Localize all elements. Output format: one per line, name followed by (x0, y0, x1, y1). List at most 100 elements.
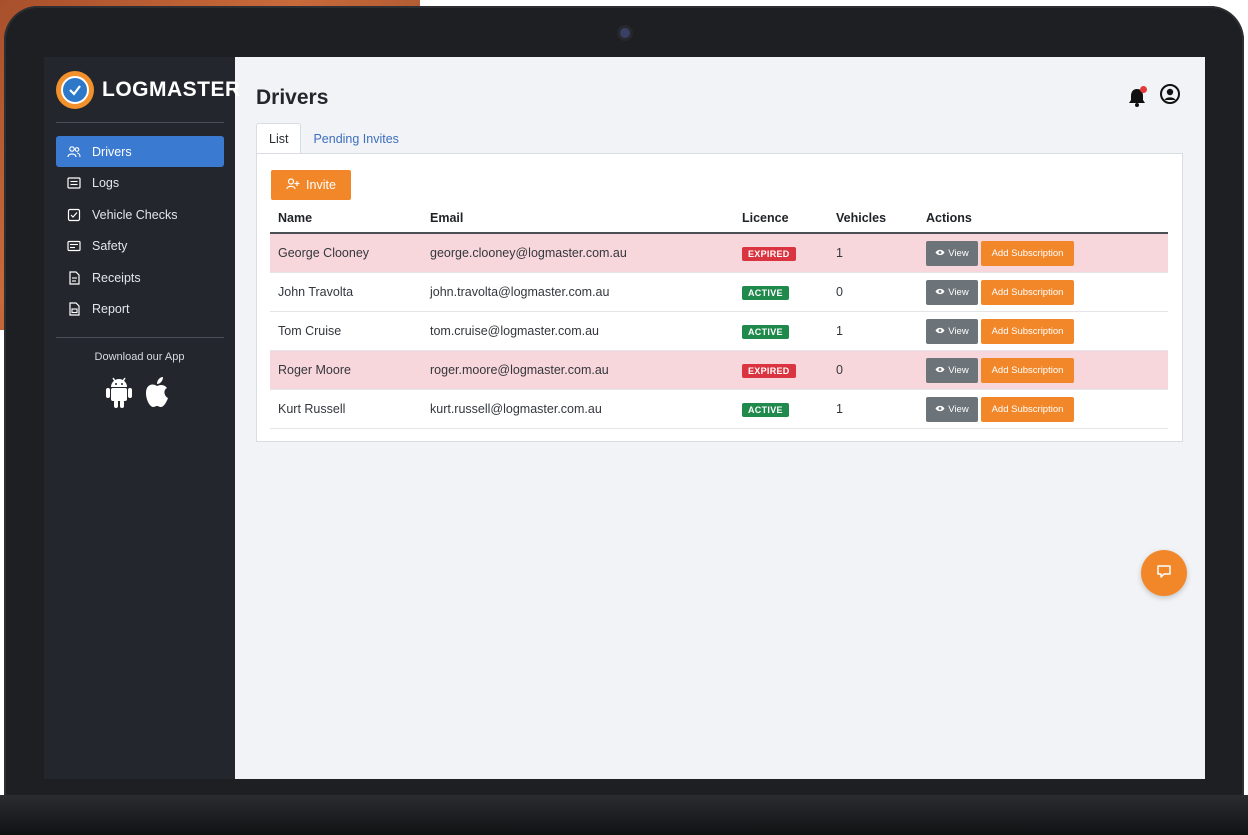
store-icons (104, 375, 172, 414)
driver-name-cell: John Travolta (270, 272, 422, 312)
driver-email-cell: george.clooney@logmaster.com.au (422, 233, 734, 273)
licence-status-badge: ACTIVE (742, 402, 789, 417)
row-actions: View Add Subscription (926, 318, 1168, 344)
column-header-email: Email (422, 204, 734, 234)
licence-status-badge: EXPIRED (742, 363, 796, 378)
table-row: John Travolta john.travolta@logmaster.com… (270, 272, 1168, 312)
add-subscription-button[interactable]: Add Subscription (981, 318, 1074, 344)
licence-status-badge: ACTIVE (742, 285, 789, 300)
checkbox-icon (66, 207, 82, 223)
column-header-vehicles: Vehicles (828, 204, 918, 234)
table-row: George Clooney george.clooney@logmaster.c… (270, 233, 1168, 273)
eye-icon (935, 287, 945, 298)
bell-icon[interactable] (1127, 85, 1147, 108)
vehicles-count-cell: 1 (828, 389, 918, 429)
android-icon[interactable] (104, 375, 134, 414)
invite-button[interactable]: Invite (271, 170, 351, 200)
chat-button[interactable] (1141, 550, 1187, 596)
vehicles-count-cell: 0 (828, 350, 918, 390)
header-icons (1127, 83, 1181, 110)
sidebar-item-label: Receipts (92, 270, 141, 285)
actions-cell: View Add Subscription (918, 272, 1168, 312)
user-circle-icon[interactable] (1159, 83, 1181, 110)
chat-icon (1155, 562, 1173, 585)
row-actions: View Add Subscription (926, 396, 1168, 422)
actions-cell: View Add Subscription (918, 350, 1168, 390)
view-button[interactable]: View (926, 396, 978, 422)
vehicles-count-cell: 0 (828, 272, 918, 312)
brand-name: LOGMASTER (102, 78, 241, 101)
table-row: Tom Cruise tom.cruise@logmaster.com.au ACT… (270, 311, 1168, 351)
main-content: Drivers List Pending Invites Invite Name… (235, 57, 1205, 779)
view-button[interactable]: View (926, 279, 978, 305)
licence-cell: EXPIRED (734, 233, 828, 273)
driver-name-cell: Kurt Russell (270, 389, 422, 429)
notification-dot (1140, 85, 1147, 93)
actions-cell: View Add Subscription (918, 311, 1168, 351)
view-label: View (948, 403, 969, 415)
webcam (620, 28, 630, 38)
list-icon (66, 175, 82, 191)
apple-icon[interactable] (142, 375, 172, 414)
driver-email-cell: john.travolta@logmaster.com.au (422, 272, 734, 312)
card-icon (66, 238, 82, 254)
view-label: View (948, 247, 969, 259)
divider (56, 122, 224, 123)
sidebar-nav: Drivers Logs Vehicle Checks Safety Receipts R… (56, 136, 224, 325)
licence-cell: EXPIRED (734, 350, 828, 390)
row-actions: View Add Subscription (926, 240, 1168, 266)
table-row: Kurt Russell kurt.russell@logmaster.com.a… (270, 389, 1168, 429)
invite-label: Invite (306, 178, 336, 192)
laptop-base (0, 795, 1248, 835)
sidebar-item-logs[interactable]: Logs (56, 168, 224, 199)
licence-status-badge: EXPIRED (742, 246, 796, 261)
logo-icon (56, 71, 94, 109)
vehicles-count-cell: 1 (828, 311, 918, 351)
actions-cell: View Add Subscription (918, 233, 1168, 273)
actions-cell: View Add Subscription (918, 389, 1168, 429)
view-button[interactable]: View (926, 240, 978, 266)
add-subscription-button[interactable]: Add Subscription (981, 357, 1074, 383)
table-header-row: Name Email Licence Vehicles Actions (270, 204, 1168, 234)
add-subscription-button[interactable]: Add Subscription (981, 240, 1074, 266)
sidebar: LOGMASTER Drivers Logs Vehicle Checks Safet… (44, 57, 240, 779)
table-row: Roger Moore roger.moore@logmaster.com.au E… (270, 350, 1168, 390)
sidebar-item-safety[interactable]: Safety (56, 231, 224, 262)
view-button[interactable]: View (926, 318, 978, 344)
column-header-licence: Licence (734, 204, 828, 234)
sidebar-item-drivers[interactable]: Drivers (56, 136, 224, 167)
view-button[interactable]: View (926, 357, 978, 383)
sidebar-item-label: Logs (92, 176, 120, 190)
download-label: Download our App (94, 351, 185, 363)
sidebar-item-vehicle-checks[interactable]: Vehicle Checks (56, 199, 224, 230)
driver-email-cell: tom.cruise@logmaster.com.au (422, 311, 734, 351)
divider (56, 337, 224, 338)
eye-icon (935, 326, 945, 337)
sidebar-item-label: Vehicle Checks (92, 207, 178, 222)
driver-name-cell: George Clooney (270, 233, 422, 273)
eye-icon (935, 365, 945, 376)
receipt-icon (66, 270, 82, 286)
tabs: List Pending Invites (256, 123, 411, 154)
licence-status-badge: ACTIVE (742, 324, 789, 339)
drivers-table: Name Email Licence Vehicles Actions Geor… (270, 204, 1168, 429)
add-subscription-button[interactable]: Add Subscription (981, 279, 1074, 305)
brand[interactable]: LOGMASTER (56, 69, 241, 111)
report-icon (66, 301, 82, 317)
driver-name-cell: Roger Moore (270, 350, 422, 390)
users-icon (66, 144, 82, 160)
tab-pending-invites[interactable]: Pending Invites (301, 123, 410, 154)
driver-name-cell: Tom Cruise (270, 311, 422, 351)
sidebar-item-label: Drivers (92, 144, 132, 159)
drivers-panel: Invite Name Email Licence Vehicles Actio… (256, 153, 1183, 442)
view-label: View (948, 325, 969, 337)
sidebar-item-label: Safety (92, 239, 128, 253)
eye-icon (935, 248, 945, 259)
driver-email-cell: kurt.russell@logmaster.com.au (422, 389, 734, 429)
sidebar-item-receipts[interactable]: Receipts (56, 262, 224, 293)
add-subscription-button[interactable]: Add Subscription (981, 396, 1074, 422)
row-actions: View Add Subscription (926, 357, 1168, 383)
view-label: View (948, 364, 969, 376)
tab-list[interactable]: List (256, 123, 302, 154)
sidebar-item-report[interactable]: Report (56, 294, 224, 325)
